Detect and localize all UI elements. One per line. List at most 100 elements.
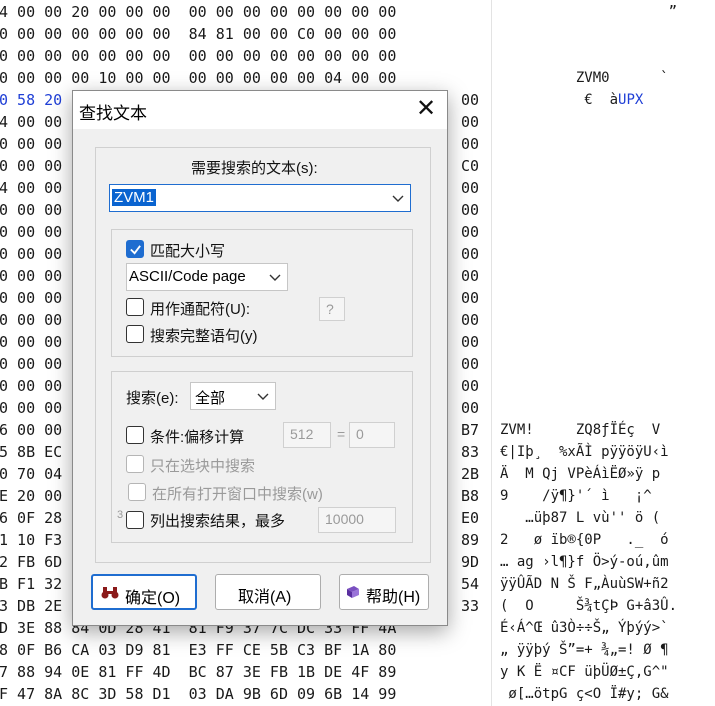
search-scope-label: 搜索(e): bbox=[126, 390, 179, 407]
whole-word-checkbox[interactable] bbox=[126, 325, 144, 343]
help-button[interactable]: 帮助(H) bbox=[339, 574, 429, 610]
hex-cell[interactable]: 00 bbox=[461, 221, 479, 243]
hex-row[interactable]: 0 00 00 bbox=[0, 287, 62, 309]
hex-row[interactable]: 0 00 00 00 00 00 00 84 81 00 00 C0 00 00… bbox=[0, 23, 396, 45]
hex-cell[interactable]: E0 bbox=[461, 507, 479, 529]
hex-cell[interactable]: 00 bbox=[461, 111, 479, 133]
ascii-row[interactable]: 2 ø ïb®{0P ._ ó bbox=[500, 529, 669, 551]
hex-row[interactable]: 2 FB 6D bbox=[0, 551, 62, 573]
hex-cell[interactable]: 00 bbox=[461, 133, 479, 155]
search-scope-value: 全部 bbox=[195, 390, 226, 407]
close-icon[interactable]: ✕ bbox=[411, 95, 441, 125]
hex-row[interactable]: 0 00 00 bbox=[0, 331, 62, 353]
hex-cell[interactable]: 00 bbox=[461, 309, 479, 331]
hex-row[interactable]: 0 70 04 bbox=[0, 463, 62, 485]
hex-cell[interactable]: 00 bbox=[461, 331, 479, 353]
hex-row[interactable]: 0 00 00 bbox=[0, 155, 62, 177]
hex-cell[interactable]: 00 bbox=[461, 397, 479, 419]
hex-row[interactable]: 0 58 20 bbox=[0, 89, 62, 111]
hex-row[interactable]: 0 00 00 bbox=[0, 199, 62, 221]
wildcard-char-field[interactable]: ? bbox=[319, 297, 345, 321]
hex-row[interactable]: 8 0F B6 CA 03 D9 81 E3 FF CE 5B C3 BF 1A… bbox=[0, 639, 396, 661]
hex-row[interactable]: 7 88 94 0E 81 FF 4D BC 87 3E FB 1B DE 4F… bbox=[0, 661, 396, 683]
hex-row[interactable]: 4 00 00 20 00 00 00 00 00 00 00 00 00 00… bbox=[0, 1, 396, 23]
hex-row[interactable]: 0 00 00 bbox=[0, 397, 62, 419]
search-scope-select[interactable]: 全部 bbox=[190, 382, 276, 410]
hex-row[interactable]: 0 00 00 bbox=[0, 309, 62, 331]
hex-row[interactable]: 0 00 00 bbox=[0, 243, 62, 265]
hex-row[interactable]: F 47 8A 8C 3D 58 D1 03 DA 9B 6D 09 6B 14… bbox=[0, 683, 396, 705]
hex-cell[interactable]: 54 bbox=[461, 573, 479, 595]
encoding-select[interactable]: ASCII/Code page bbox=[126, 263, 288, 291]
hex-row[interactable]: 0 00 00 bbox=[0, 221, 62, 243]
hex-cell[interactable]: 00 bbox=[461, 243, 479, 265]
hex-row[interactable]: 4 00 00 bbox=[0, 111, 62, 133]
ascii-view[interactable]: ” ZVM0 ` € àUPX ZVM! ZQ8ƒÏÉç V €|Iþ¸ %xÃÌ … bbox=[491, 0, 715, 706]
find-text-dialog: 查找文本 ✕ 需要搜索的文本(s): ZVM1 匹配大小写 ASCII/Code… bbox=[72, 90, 448, 626]
wildcard-checkbox[interactable] bbox=[126, 298, 144, 316]
ascii-row[interactable]: ( O Š¾tÇÞ G+â3Û. bbox=[500, 595, 677, 617]
ascii-row[interactable]: ZVM0 ` bbox=[500, 67, 669, 89]
help-button-label: 帮助(H) bbox=[366, 589, 421, 606]
hex-row[interactable]: 0 00 00 bbox=[0, 265, 62, 287]
ok-button-label: 确定(O) bbox=[125, 590, 181, 607]
hex-cell[interactable]: 00 bbox=[461, 265, 479, 287]
hex-row[interactable]: 4 00 00 bbox=[0, 177, 62, 199]
hex-row[interactable]: 0 00 00 00 00 00 00 00 00 00 00 00 00 00… bbox=[0, 45, 396, 67]
hex-cell[interactable]: 33 bbox=[461, 595, 479, 617]
list-results-checkbox[interactable] bbox=[126, 511, 144, 529]
cond-offset-b-field[interactable]: 0 bbox=[349, 422, 395, 448]
hex-cell[interactable]: 00 bbox=[461, 375, 479, 397]
ascii-row[interactable]: ZVM! ZQ8ƒÏÉç V bbox=[500, 419, 660, 441]
hex-cell[interactable]: 9D bbox=[461, 551, 479, 573]
ascii-row[interactable]: € àUPX bbox=[500, 89, 643, 111]
in-block-checkbox[interactable] bbox=[126, 455, 144, 473]
hex-row[interactable]: 6 0F 28 bbox=[0, 507, 62, 529]
ascii-row[interactable]: ” bbox=[500, 1, 677, 23]
cancel-button[interactable]: 取消(A) bbox=[215, 574, 321, 610]
search-text-input[interactable]: ZVM1 bbox=[109, 184, 411, 212]
search-text-label: 需要搜索的文本(s): bbox=[191, 160, 318, 177]
hex-row[interactable]: 0 00 00 bbox=[0, 133, 62, 155]
match-case-checkbox[interactable] bbox=[126, 240, 144, 258]
hex-cell[interactable]: 00 bbox=[461, 177, 479, 199]
ascii-row[interactable]: €|Iþ¸ %xÃÌ pÿÿöÿU‹ì bbox=[500, 441, 669, 463]
hex-row[interactable]: 0 00 00 bbox=[0, 353, 62, 375]
hex-cell[interactable]: B8 bbox=[461, 485, 479, 507]
hex-cell[interactable]: 2B bbox=[461, 463, 479, 485]
cond-offset-a-value: 512 bbox=[290, 426, 314, 442]
ascii-row[interactable]: „ ÿÿþý Š”=+ ¾„=! Ø ¶ bbox=[500, 639, 669, 661]
hex-row[interactable]: 5 8B EC bbox=[0, 441, 62, 463]
ascii-row[interactable]: …üþ87 L vù'' ö ( bbox=[500, 507, 660, 529]
ascii-row[interactable]: … ag ›l¶}f Ö>ý-oú,ûm bbox=[500, 551, 669, 573]
ascii-row[interactable]: ø[…ötpG ç<O Ï#y; G& bbox=[500, 683, 668, 705]
ascii-row[interactable]: ÿÿÛÃD N Š F„ÀuùSW+ñ2 bbox=[500, 573, 669, 595]
hex-cell[interactable]: 00 bbox=[461, 199, 479, 221]
hex-cell[interactable]: 89 bbox=[461, 529, 479, 551]
hex-row[interactable]: E 20 00 bbox=[0, 485, 62, 507]
cond-offset-a-field[interactable]: 512 bbox=[283, 422, 331, 448]
cond-offset-checkbox[interactable] bbox=[126, 426, 144, 444]
hex-cell[interactable]: 00 bbox=[461, 287, 479, 309]
cond-offset-eq: = bbox=[337, 426, 346, 442]
hex-row[interactable]: 6 00 00 bbox=[0, 419, 62, 441]
hex-cell[interactable]: B7 bbox=[461, 419, 479, 441]
hex-cell[interactable]: 83 bbox=[461, 441, 479, 463]
ascii-row[interactable]: É‹Á^Œ û3Ò÷÷Š„ Ýþýý>` bbox=[500, 617, 669, 639]
list-results-max-field[interactable]: 10000 bbox=[318, 507, 396, 533]
hex-cell[interactable]: 00 bbox=[461, 89, 479, 111]
search-text-value: ZVM1 bbox=[112, 189, 157, 206]
hex-row[interactable]: 1 10 F3 bbox=[0, 529, 62, 551]
hex-row[interactable]: 0 00 00 bbox=[0, 375, 62, 397]
hex-row[interactable]: 0 00 00 00 10 00 00 00 00 00 00 00 04 00… bbox=[0, 67, 396, 89]
hex-cell[interactable]: C0 bbox=[461, 155, 479, 177]
hex-row[interactable]: 3 DB 2E bbox=[0, 595, 62, 617]
ascii-row[interactable]: Ä M Qj VPèÁìËØ»ÿ p bbox=[500, 463, 660, 485]
hex-row[interactable]: B F1 32 bbox=[0, 573, 62, 595]
ascii-row[interactable]: 9 /ÿ¶}'´ ì ¡^ bbox=[500, 485, 652, 507]
all-windows-checkbox[interactable] bbox=[128, 483, 146, 501]
ok-button[interactable]: 确定(O) bbox=[91, 574, 197, 610]
ascii-row[interactable]: y K Ë ¤CF üþÜØ±Ç,G^" bbox=[500, 661, 669, 683]
hex-cell[interactable]: 00 bbox=[461, 353, 479, 375]
chevron-down-icon[interactable] bbox=[392, 192, 404, 204]
